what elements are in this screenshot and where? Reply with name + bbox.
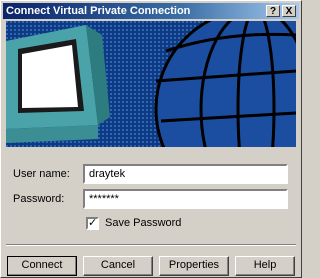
username-input[interactable]: draytek [83, 164, 288, 184]
properties-button[interactable]: Properties [159, 256, 229, 276]
password-input[interactable]: ******* [83, 189, 288, 209]
title-bar[interactable]: Connect Virtual Private Connection ? X [3, 3, 299, 19]
vpn-banner-image [6, 21, 296, 147]
username-label: User name: [13, 168, 70, 180]
save-password-label[interactable]: Save Password [105, 217, 181, 229]
connect-button[interactable]: Connect [7, 256, 77, 276]
window-title: Connect Virtual Private Connection [6, 5, 191, 17]
password-label: Password: [13, 193, 65, 205]
save-password-checkbox[interactable]: ✓ [86, 217, 99, 230]
vpn-connect-dialog: Connect Virtual Private Connection ? X U… [0, 0, 302, 278]
close-button[interactable]: X [282, 5, 296, 17]
help-dialog-button[interactable]: Help [235, 256, 295, 276]
help-button[interactable]: ? [266, 5, 280, 17]
cancel-button[interactable]: Cancel [83, 256, 153, 276]
separator [6, 244, 296, 246]
computer-monitor-icon [6, 25, 110, 143]
